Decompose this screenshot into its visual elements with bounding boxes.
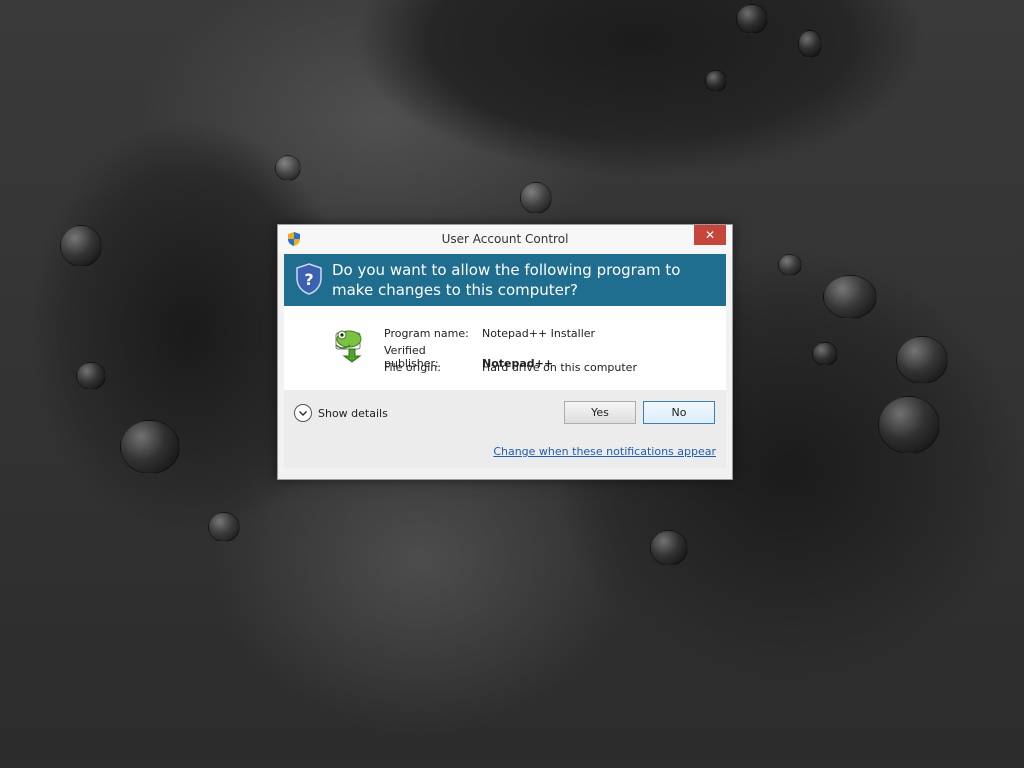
water-drop <box>650 530 688 566</box>
close-icon: ✕ <box>704 228 716 242</box>
water-drop <box>208 512 240 542</box>
water-drop <box>120 420 180 474</box>
water-drop <box>812 342 838 366</box>
water-drop <box>896 336 948 384</box>
program-name-label: Program name: <box>384 327 469 340</box>
title-bar[interactable]: User Account Control ✕ <box>278 225 732 253</box>
chevron-down-icon[interactable] <box>294 404 312 422</box>
svg-text:?: ? <box>304 270 313 289</box>
program-name-value: Notepad++ Installer <box>482 327 596 340</box>
water-drop <box>823 275 877 319</box>
uac-dialog: User Account Control ✕ ? Do you want to … <box>277 224 733 480</box>
water-drop <box>60 225 102 267</box>
question-text: Do you want to allow the following progr… <box>332 261 681 299</box>
question-header: ? Do you want to allow the following pro… <box>284 254 726 306</box>
program-info-panel: Program name: Notepad++ Installer Verifie… <box>284 306 726 390</box>
water-drop <box>275 155 301 181</box>
origin-value: Hard drive on this computer <box>482 361 637 374</box>
actions-panel: Show details Yes No Change when these no… <box>284 390 726 468</box>
origin-label: File origin: <box>384 361 441 374</box>
show-details-label[interactable]: Show details <box>318 407 388 420</box>
no-button[interactable]: No <box>643 401 715 424</box>
water-drop <box>76 362 106 390</box>
uac-shield-icon: ? <box>296 263 322 295</box>
notepad-plus-plus-chameleon-icon <box>335 330 362 363</box>
dialog-title: User Account Control <box>441 232 569 246</box>
water-drop <box>878 396 940 454</box>
close-button[interactable]: ✕ <box>694 225 726 245</box>
water-drop <box>798 30 822 58</box>
yes-button[interactable]: Yes <box>564 401 636 424</box>
water-drop <box>520 182 552 214</box>
water-drop <box>778 254 802 276</box>
water-drop <box>736 4 768 34</box>
origin-row: File origin: Hard drive on this computer <box>384 361 637 374</box>
change-notifications-link[interactable]: Change when these notifications appear <box>493 445 716 458</box>
program-name-row: Program name: Notepad++ Installer <box>384 327 595 340</box>
water-drop <box>705 70 727 92</box>
